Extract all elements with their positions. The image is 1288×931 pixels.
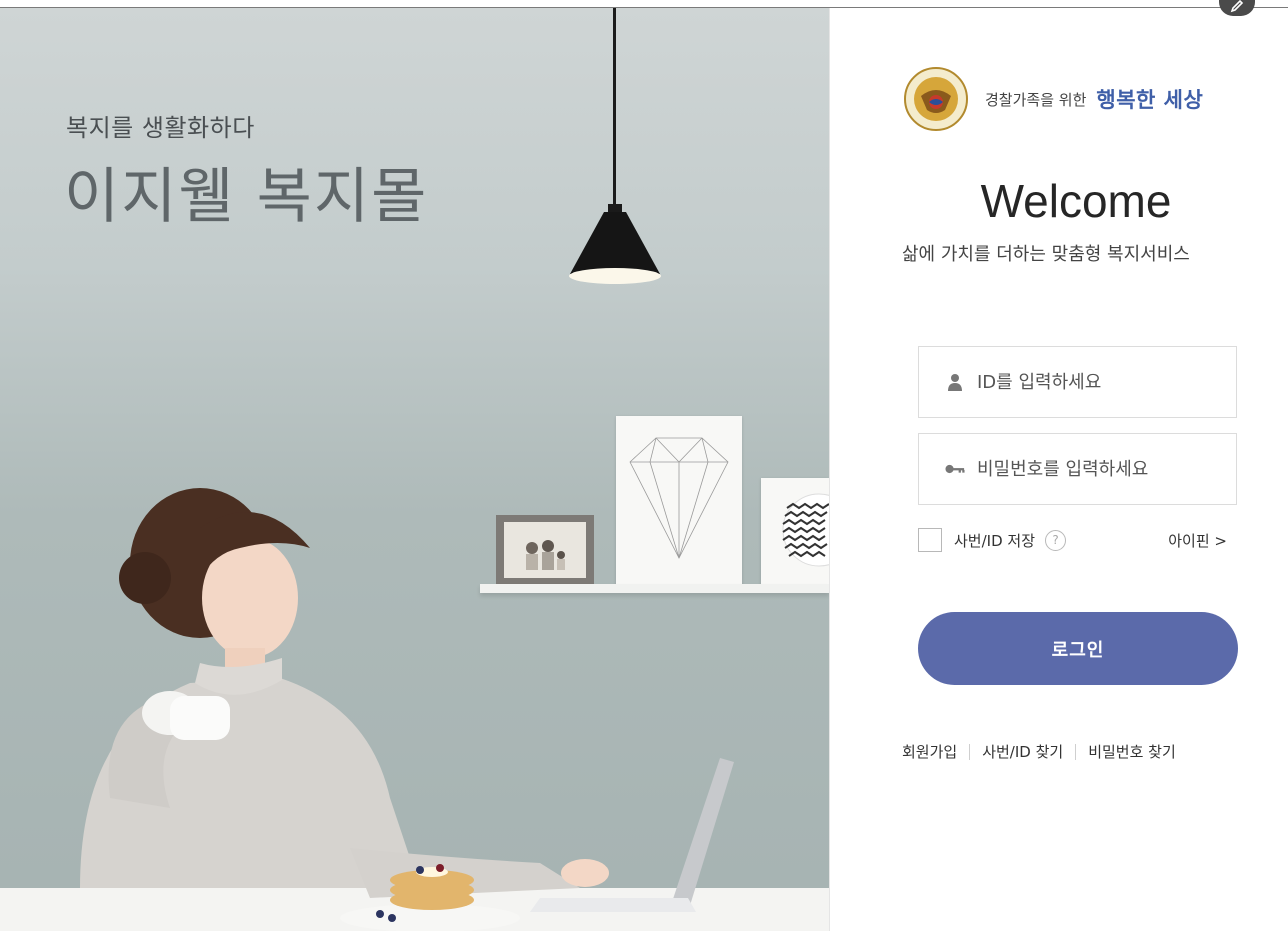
key-icon	[945, 463, 965, 475]
laptop-illustration	[530, 758, 734, 912]
link-divider	[969, 743, 971, 760]
password-field[interactable]	[918, 433, 1237, 505]
hero-title: 이지웰 복지몰	[64, 162, 429, 232]
brand-slogan-small: 경찰가족을 위한	[985, 90, 1087, 109]
welcome-subtitle: 삶에 가치를 더하는 맞춤형 복지서비스	[902, 244, 1190, 265]
pencil-icon	[1230, 0, 1244, 13]
save-id-label: 사번/ID 저장	[954, 531, 1035, 550]
find-id-link[interactable]: 사번/ID 찾기	[982, 741, 1063, 762]
window-top-border	[0, 0, 1288, 8]
link-divider	[1075, 743, 1077, 760]
hero-subtitle: 복지를 생활화하다	[66, 114, 255, 142]
login-panel: 경찰가족을 위한 행복한 세상 Welcome 삶에 가치를 더하는 맞춤형 복…	[829, 8, 1288, 931]
brand-slogan-big: 행복한 세상	[1096, 88, 1204, 112]
zigzag-art-frame	[761, 478, 829, 586]
ipin-link[interactable]: 아이핀 >	[1168, 530, 1227, 551]
id-input[interactable]	[975, 370, 1229, 394]
brand-logo-row: 경찰가족을 위한 행복한 세상	[903, 66, 1203, 132]
save-id-checkbox[interactable]	[918, 528, 942, 552]
save-id-row: 사번/ID 저장 ? 아이핀 >	[918, 527, 1235, 553]
pendant-lamp-icon	[569, 204, 661, 284]
find-password-link[interactable]: 비밀번호 찾기	[1088, 741, 1176, 762]
password-input[interactable]	[975, 457, 1229, 481]
welcome-heading: Welcome	[980, 175, 1172, 227]
login-button[interactable]: 로그인	[918, 612, 1238, 685]
user-icon	[945, 373, 965, 391]
account-links: 회원가입 사번/ID 찾기 비밀번호 찾기	[902, 741, 1176, 762]
help-icon[interactable]: ?	[1045, 529, 1066, 551]
pendant-lamp-cord	[613, 8, 616, 208]
signup-link[interactable]: 회원가입	[902, 741, 957, 762]
id-field[interactable]	[918, 346, 1237, 418]
hero-banner: 복지를 생활화하다 이지웰 복지몰	[0, 8, 829, 931]
police-emblem-icon	[904, 67, 968, 131]
